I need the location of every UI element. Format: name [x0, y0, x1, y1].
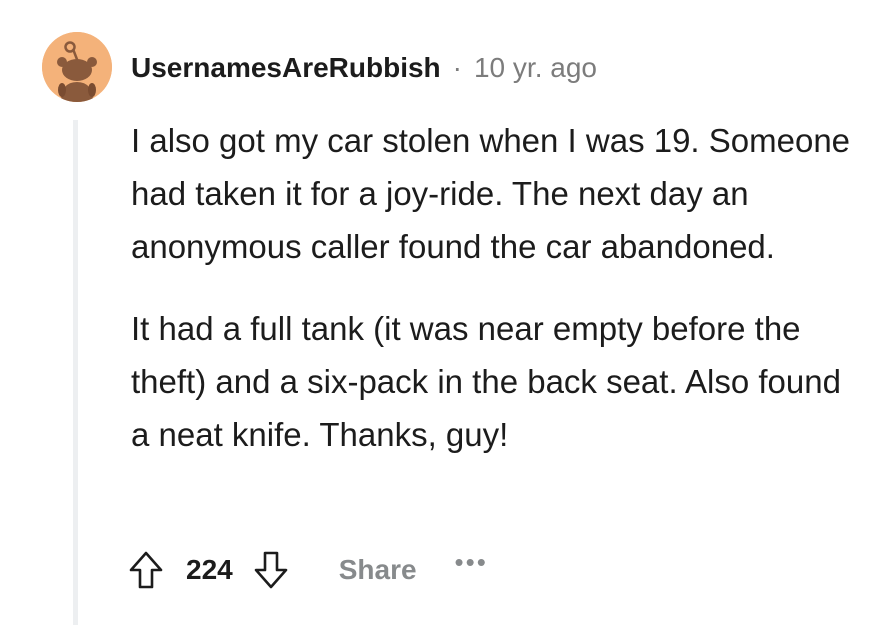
- separator-dot: ·: [452, 52, 462, 83]
- comment-paragraph: It had a full tank (it was near empty be…: [131, 310, 841, 453]
- thread-line[interactable]: [73, 120, 78, 625]
- downvote-arrow-icon: [254, 551, 288, 589]
- upvote-button[interactable]: [126, 548, 166, 592]
- vote-score: 224: [186, 554, 233, 585]
- more-options-button[interactable]: •••: [455, 547, 488, 578]
- upvote-arrow-icon: [129, 551, 163, 589]
- comment-paragraph: I also got my car stolen when I was 19. …: [131, 122, 851, 265]
- timestamp[interactable]: 10 yr. ago: [474, 50, 597, 86]
- comment-actions: 224 Share •••: [126, 546, 488, 594]
- snoo-avatar-icon: [42, 32, 112, 102]
- avatar[interactable]: [42, 32, 112, 102]
- share-button[interactable]: Share: [339, 554, 417, 586]
- username-link[interactable]: UsernamesAreRubbish: [131, 50, 441, 86]
- comment-header: UsernamesAreRubbish · 10 yr. ago: [131, 50, 597, 86]
- downvote-button[interactable]: [251, 548, 291, 592]
- comment-body: I also got my car stolen when I was 19. …: [131, 114, 851, 461]
